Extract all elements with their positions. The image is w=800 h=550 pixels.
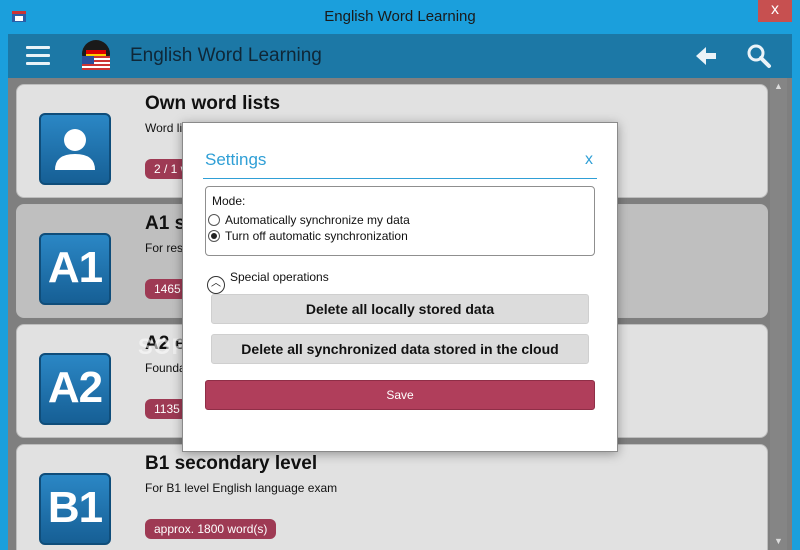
scroll-down-icon[interactable]: ▼ [770, 533, 787, 550]
scroll-up-icon[interactable]: ▲ [770, 78, 787, 95]
chevron-up-icon[interactable]: ︿ [207, 276, 225, 294]
window-titlebar: English Word Learning x [0, 0, 800, 34]
mode-label: Mode: [212, 194, 246, 208]
settings-dialog: Settings x Mode: Automatically synchroni… [182, 122, 618, 452]
radio-button-icon[interactable] [208, 230, 220, 242]
special-operations-label: Special operations [230, 270, 329, 284]
list-item-b1[interactable]: B1 B1 secondary level For B1 level Engli… [16, 444, 768, 550]
level-badge: A1 [39, 233, 111, 305]
user-icon [39, 113, 111, 185]
search-icon[interactable] [746, 43, 772, 69]
level-badge: B1 [39, 473, 111, 545]
list-desc: For B1 level English language exam [145, 481, 338, 495]
list-name: B1 secondary level [145, 453, 318, 474]
window-title: English Word Learning [324, 8, 476, 25]
window-close-button[interactable]: x [758, 0, 792, 22]
radio-sync-off[interactable]: Turn off automatic synchronization [208, 229, 408, 243]
dialog-close-button[interactable]: x [585, 151, 593, 169]
save-button[interactable]: Save [205, 380, 595, 410]
flag-logo-icon [82, 40, 110, 70]
back-arrow-icon[interactable] [694, 44, 718, 68]
dialog-divider [203, 178, 597, 179]
radio-label: Automatically synchronize my data [225, 213, 410, 227]
level-badge: A2 [39, 353, 111, 425]
special-operations-toggle[interactable]: ︿ Special operations [207, 270, 329, 294]
app-title: English Word Learning [130, 45, 322, 66]
radio-auto-sync[interactable]: Automatically synchronize my data [208, 213, 410, 227]
scrollbar[interactable]: ▲ ▼ [770, 78, 787, 550]
delete-cloud-data-button[interactable]: Delete all synchronized data stored in t… [211, 334, 589, 364]
radio-button-icon[interactable] [208, 214, 220, 226]
app-header: English Word Learning [8, 34, 792, 78]
menu-icon[interactable] [26, 46, 50, 66]
radio-label: Turn off automatic synchronization [225, 229, 408, 243]
word-count-badge: approx. 1800 word(s) [145, 519, 277, 539]
list-name: Own word lists [145, 93, 281, 114]
mode-group: Mode: Automatically synchronize my data … [205, 186, 595, 256]
dialog-title: Settings [205, 150, 267, 169]
delete-local-data-button[interactable]: Delete all locally stored data [211, 294, 589, 324]
